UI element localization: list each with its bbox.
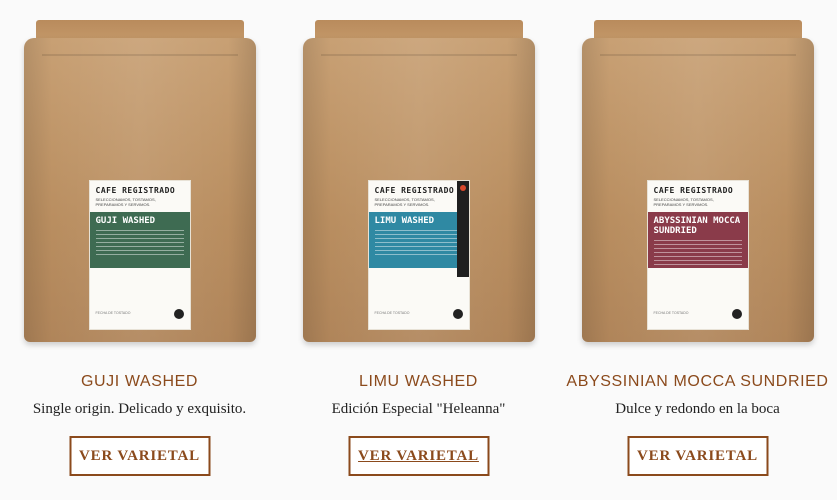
label-details — [374, 230, 463, 258]
product-card-abyssinian: CAFE REGISTRADO SELECCIONAMOS, TOSTAMOS,… — [558, 0, 837, 500]
product-description: Edición Especial "Heleanna" — [331, 401, 506, 417]
label-tagline: SELECCIONAMOS, TOSTAMOS, PREPARAMOS Y SE… — [374, 197, 435, 207]
cup-icon — [731, 309, 742, 319]
product-name: LIMU WASHED — [359, 373, 478, 390]
label-roast-date: FECHA DE TOSTADO — [95, 311, 131, 315]
cup-icon — [452, 309, 463, 319]
bag-zipper — [320, 54, 517, 56]
star-icon — [459, 185, 466, 191]
label-tagline: SELECCIONAMOS, TOSTAMOS, PREPARAMOS Y SE… — [653, 197, 714, 207]
label-brand: CAFE REGISTRADO — [374, 186, 455, 195]
label-band: GUJI WASHED — [89, 212, 190, 268]
product-description: Single origin. Delicado y exquisito. — [32, 401, 247, 417]
label-variety: ABYSSINIAN MOCCA SUNDRIED — [653, 216, 741, 236]
label-details — [95, 230, 184, 258]
bag-zipper — [41, 54, 238, 56]
ver-varietal-button[interactable]: VER VARIETAL — [627, 436, 768, 476]
label-brand: CAFE REGISTRADO — [95, 186, 176, 195]
bag-label: CAFE REGISTRADO SELECCIONAMOS, TOSTAMOS,… — [646, 180, 749, 330]
cup-icon — [173, 309, 184, 319]
label-variety: GUJI WASHED — [95, 216, 156, 226]
coffee-bag-image[interactable]: CAFE REGISTRADO SELECCIONAMOS, TOSTAMOS,… — [23, 20, 256, 342]
bag-label: CAFE REGISTRADO SELECCIONAMOS, TOSTAMOS,… — [367, 180, 470, 330]
coffee-bag-image[interactable]: CAFE REGISTRADO SELECCIONAMOS, TOSTAMOS,… — [302, 20, 535, 342]
label-brand: CAFE REGISTRADO — [653, 186, 734, 195]
product-name: GUJI WASHED — [80, 373, 199, 390]
label-tagline: SELECCIONAMOS, TOSTAMOS, PREPARAMOS Y SE… — [95, 197, 156, 207]
product-card-limu: CAFE REGISTRADO SELECCIONAMOS, TOSTAMOS,… — [279, 0, 558, 500]
bag-label: CAFE REGISTRADO SELECCIONAMOS, TOSTAMOS,… — [88, 180, 191, 330]
product-card-guji: CAFE REGISTRADO SELECCIONAMOS, TOSTAMOS,… — [0, 0, 279, 500]
label-variety: LIMU WASHED — [374, 216, 435, 226]
coffee-bag-image[interactable]: CAFE REGISTRADO SELECCIONAMOS, TOSTAMOS,… — [581, 20, 814, 342]
label-band: ABYSSINIAN MOCCA SUNDRIED — [647, 212, 748, 268]
special-edition-ribbon — [456, 181, 469, 277]
product-description: Dulce y redondo en la boca — [615, 401, 780, 417]
ver-varietal-button[interactable]: VER VARIETAL — [69, 436, 210, 476]
ver-varietal-button[interactable]: VER VARIETAL — [348, 436, 489, 476]
bag-zipper — [599, 54, 796, 56]
label-roast-date: FECHA DE TOSTADO — [653, 311, 689, 315]
label-details — [653, 240, 742, 268]
product-name: ABYSSINIAN MOCCA SUNDRIED — [566, 373, 829, 390]
label-roast-date: FECHA DE TOSTADO — [374, 311, 410, 315]
label-band: LIMU WASHED — [368, 212, 469, 268]
